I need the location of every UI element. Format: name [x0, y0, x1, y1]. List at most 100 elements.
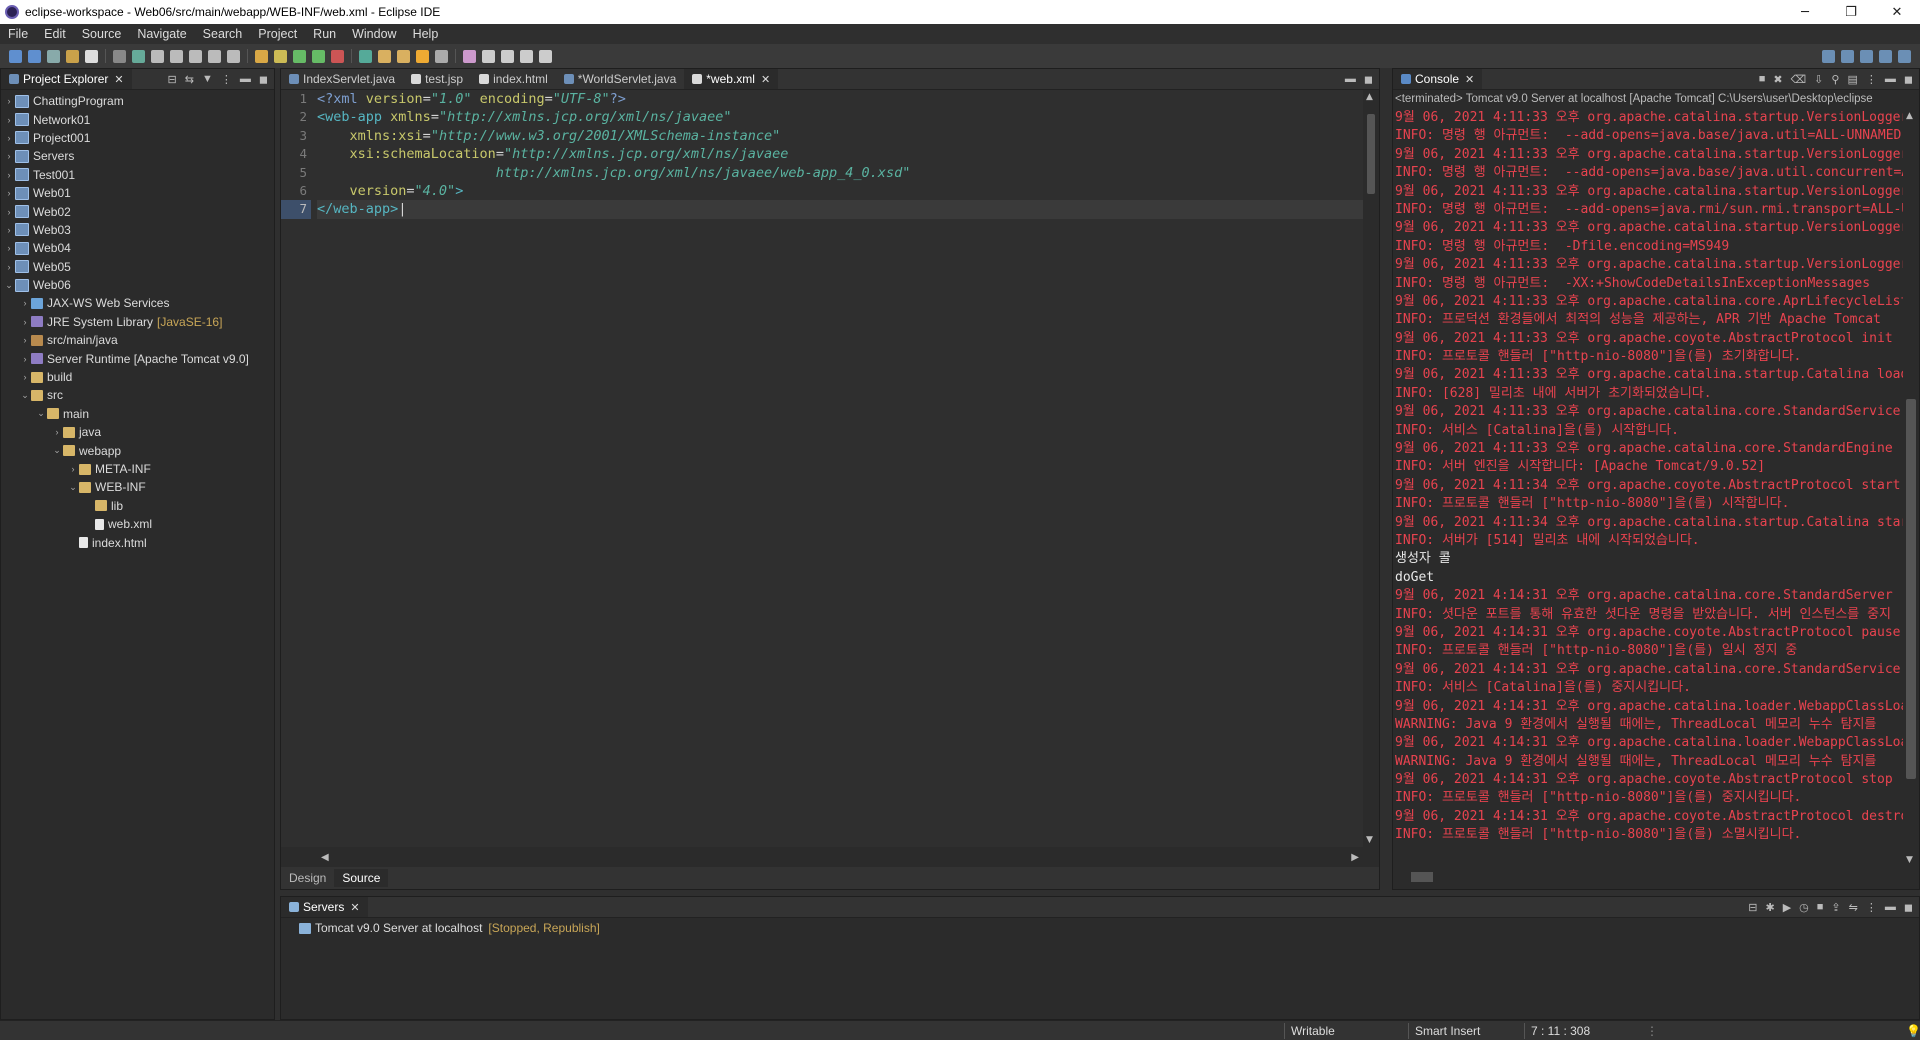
- maximize-button[interactable]: ❐: [1828, 0, 1874, 24]
- tree-item[interactable]: ⌄ webapp: [1, 441, 274, 459]
- close-icon[interactable]: ✕: [350, 901, 359, 914]
- tree-item[interactable]: ⌄ WEB-INF: [1, 478, 274, 496]
- view-menu-icon[interactable]: ⋮: [221, 73, 232, 86]
- editor-tab[interactable]: index.html: [471, 69, 556, 89]
- collapsed-chevron-icon[interactable]: ›: [3, 96, 15, 106]
- previous-annotation-icon[interactable]: [463, 49, 476, 63]
- close-window-button[interactable]: ✕: [1874, 0, 1920, 24]
- minimize-view-icon[interactable]: ▬: [1885, 901, 1896, 913]
- maximize-view-icon[interactable]: ◼: [1904, 73, 1913, 86]
- pin-icon[interactable]: [539, 49, 552, 63]
- editor-vertical-scrollbar[interactable]: ▲ ▼: [1363, 90, 1379, 847]
- run-icon[interactable]: [331, 49, 344, 63]
- status-more-icon[interactable]: ⋮: [1640, 1023, 1658, 1039]
- terminate-icon[interactable]: ■: [1759, 73, 1766, 85]
- collapsed-chevron-icon[interactable]: ›: [3, 133, 15, 143]
- display-console-icon[interactable]: ▤: [1847, 73, 1857, 86]
- scroll-up-icon[interactable]: ▲: [1906, 111, 1913, 121]
- new-icon[interactable]: [9, 49, 22, 63]
- start-server-icon[interactable]: ▶: [1783, 901, 1791, 914]
- tree-item[interactable]: › java: [1, 423, 274, 441]
- tree-item[interactable]: lib: [1, 497, 274, 515]
- undo-icon[interactable]: [151, 49, 164, 63]
- collapsed-chevron-icon[interactable]: ›: [67, 464, 79, 474]
- code-line[interactable]: xsi:schemaLocation="http://xmlns.jcp.org…: [317, 145, 1363, 163]
- tab-servers[interactable]: Servers ✕: [281, 897, 368, 917]
- scroll-lock-icon[interactable]: ⇩: [1814, 73, 1823, 86]
- close-icon[interactable]: ✕: [761, 73, 770, 86]
- editor-scroll-thumb[interactable]: [1367, 114, 1375, 194]
- save-all-icon[interactable]: [47, 49, 60, 63]
- search-icon[interactable]: [416, 49, 429, 63]
- collapse-all-icon[interactable]: ⊟: [1748, 901, 1757, 914]
- collapsed-chevron-icon[interactable]: ›: [3, 243, 15, 253]
- tree-item[interactable]: ⌄ Web06: [1, 276, 274, 294]
- scroll-down-icon[interactable]: ▼: [1906, 855, 1913, 865]
- quick-access-search-icon[interactable]: [1822, 49, 1835, 63]
- maximize-view-icon[interactable]: ◼: [1904, 901, 1913, 914]
- stop-server-icon[interactable]: ■: [1817, 901, 1824, 913]
- copy-icon[interactable]: [113, 49, 126, 63]
- tree-item[interactable]: › Web02: [1, 202, 274, 220]
- menu-source[interactable]: Source: [74, 27, 130, 41]
- tree-item[interactable]: › Network01: [1, 110, 274, 128]
- debug-icon[interactable]: [312, 49, 325, 63]
- menu-search[interactable]: Search: [195, 27, 251, 41]
- collapsed-chevron-icon[interactable]: ›: [19, 298, 31, 308]
- java-ee-perspective-icon[interactable]: [1860, 49, 1873, 63]
- expanded-chevron-icon[interactable]: ⌄: [67, 482, 79, 493]
- tree-item[interactable]: › Test001: [1, 166, 274, 184]
- minimize-view-icon[interactable]: ▬: [1345, 73, 1356, 85]
- tree-item[interactable]: › build: [1, 368, 274, 386]
- scroll-down-icon[interactable]: ▼: [1366, 835, 1373, 845]
- open-perspective-icon[interactable]: [1841, 49, 1854, 63]
- minimize-button[interactable]: ─: [1782, 0, 1828, 24]
- collapsed-chevron-icon[interactable]: ›: [19, 372, 31, 382]
- collapsed-chevron-icon[interactable]: ›: [3, 188, 15, 198]
- editor-tab[interactable]: *web.xml ✕: [684, 69, 779, 89]
- collapsed-chevron-icon[interactable]: ›: [3, 207, 15, 217]
- editor-horizontal-scrollbar[interactable]: ◀ ▶: [317, 849, 1363, 865]
- tab-design[interactable]: Design: [281, 869, 334, 887]
- console-hscroll-thumb[interactable]: [1411, 872, 1433, 882]
- external-tools-icon[interactable]: [359, 49, 372, 63]
- open-type-icon[interactable]: [397, 49, 410, 63]
- tree-item[interactable]: › Servers: [1, 147, 274, 165]
- code-line[interactable]: <web-app xmlns="http://xmlns.jcp.org/xml…: [317, 108, 1363, 126]
- console-scroll-thumb[interactable]: [1906, 399, 1916, 779]
- scroll-right-icon[interactable]: ▶: [1351, 852, 1359, 863]
- collapse-all-icon[interactable]: ⊟: [168, 73, 177, 86]
- editor-tab[interactable]: IndexServlet.java: [281, 69, 403, 89]
- tree-item[interactable]: › ChattingProgram: [1, 92, 274, 110]
- view-menu-icon[interactable]: ⋮: [1866, 73, 1877, 86]
- tree-item[interactable]: › JRE System Library [JavaSE-16]: [1, 313, 274, 331]
- code-line[interactable]: xmlns:xsi="http://www.w3.org/2001/XMLSch…: [317, 127, 1363, 145]
- close-icon[interactable]: ✕: [114, 73, 123, 86]
- collapsed-chevron-icon[interactable]: ›: [3, 170, 15, 180]
- close-icon[interactable]: ✕: [1465, 73, 1474, 86]
- tree-item[interactable]: › META-INF: [1, 460, 274, 478]
- menu-navigate[interactable]: Navigate: [129, 27, 194, 41]
- code-line[interactable]: </web-app>|: [317, 200, 1363, 219]
- filter-icon[interactable]: ▼: [202, 73, 213, 85]
- maximize-view-icon[interactable]: ◼: [259, 73, 268, 86]
- tree-item[interactable]: web.xml: [1, 515, 274, 533]
- collapsed-chevron-icon[interactable]: ›: [19, 317, 31, 327]
- tree-item[interactable]: ⌄ main: [1, 405, 274, 423]
- tree-item[interactable]: › Web04: [1, 239, 274, 257]
- collapsed-chevron-icon[interactable]: ›: [19, 335, 31, 345]
- tab-project-explorer[interactable]: Project Explorer ✕: [1, 69, 132, 89]
- tree-item[interactable]: › src/main/java: [1, 331, 274, 349]
- collapsed-chevron-icon[interactable]: ›: [3, 151, 15, 161]
- code-lines[interactable]: <?xml version="1.0" encoding="UTF-8"?> <w…: [317, 90, 1363, 219]
- remove-launch-icon[interactable]: ✖: [1773, 73, 1782, 86]
- link-with-editor-icon[interactable]: ⇆: [185, 73, 194, 86]
- maximize-view-icon[interactable]: ◼: [1364, 73, 1373, 86]
- save-icon[interactable]: [28, 49, 41, 63]
- code-editor[interactable]: 1234567 <?xml version="1.0" encoding="UT…: [281, 90, 1363, 847]
- collapsed-chevron-icon[interactable]: ›: [3, 262, 15, 272]
- tree-item[interactable]: ⌄ src: [1, 386, 274, 404]
- console-vertical-scrollbar[interactable]: ▲ ▼: [1903, 109, 1919, 867]
- resume-icon[interactable]: [208, 49, 221, 63]
- clear-console-icon[interactable]: ⌫: [1791, 73, 1807, 86]
